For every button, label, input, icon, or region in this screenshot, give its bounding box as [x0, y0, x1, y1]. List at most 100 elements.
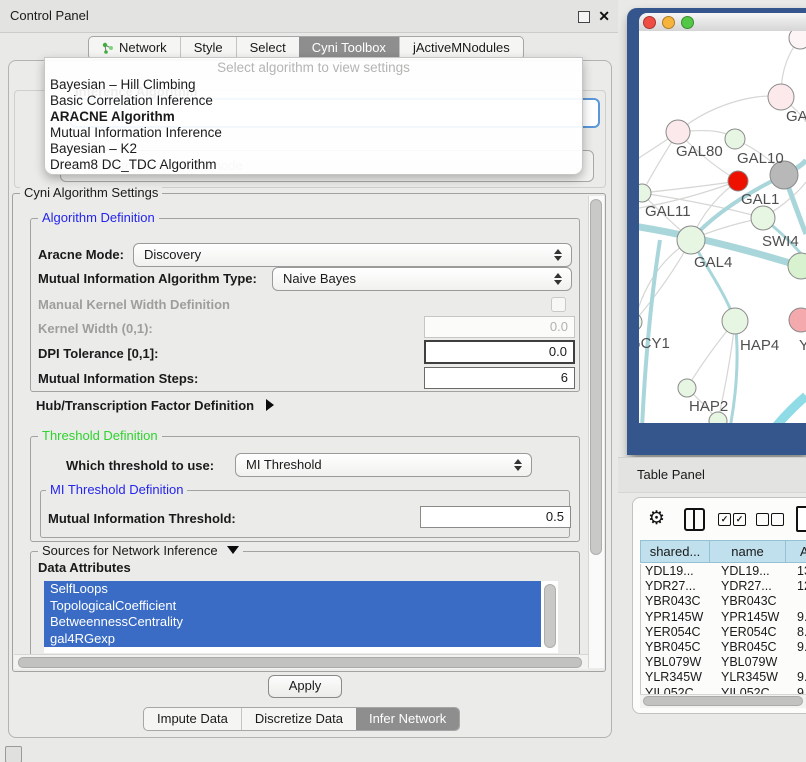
tab-discretize-data[interactable]: Discretize Data [241, 708, 356, 730]
popup-item[interactable]: Bayesian – K2 [45, 141, 582, 157]
dpi-tolerance-field[interactable]: 0.0 [424, 340, 575, 364]
node-gal-partial[interactable] [768, 84, 794, 110]
network-edges-strong[interactable] [639, 160, 806, 423]
close-panel-icon[interactable]: ✕ [598, 8, 610, 25]
table-row[interactable]: YBR043CYBR043C [641, 594, 806, 609]
node-swi4[interactable] [788, 253, 806, 279]
table-row[interactable]: YIL052CYIL052C9. [641, 686, 806, 695]
popup-item[interactable]: Dream8 DC_TDC Algorithm [45, 157, 582, 173]
list-item[interactable]: BetweennessCentrality [44, 614, 541, 631]
node-hap2[interactable] [678, 379, 696, 397]
mi-algorithm-type-combobox[interactable]: Naive Bayes [272, 267, 572, 291]
column-header-shared-name[interactable]: shared... [640, 540, 710, 563]
table-panel-titlebar: Table Panel [618, 457, 806, 493]
column-header-partial[interactable]: A [785, 540, 806, 563]
close-window-icon[interactable] [643, 16, 656, 29]
attributes-scrollbar-thumb[interactable] [544, 584, 556, 648]
node-label-hap2: HAP2 [689, 398, 728, 415]
collapse-down-icon[interactable] [227, 546, 239, 554]
control-panel-title: Control Panel [10, 0, 89, 32]
node-gal4[interactable] [677, 226, 705, 254]
tab-impute-data[interactable]: Impute Data [144, 708, 241, 730]
network-icon [102, 42, 114, 54]
manual-kernel-checkbox[interactable] [551, 297, 566, 312]
aracne-mode-value: Discovery [144, 244, 201, 266]
popup-item-selected[interactable]: ARACNE Algorithm [45, 109, 582, 125]
table-row[interactable]: YBR045CYBR045C9. [641, 640, 806, 655]
node-label-gal10: GAL10 [737, 150, 784, 167]
split-columns-icon[interactable] [684, 508, 705, 531]
expand-right-icon[interactable] [266, 399, 274, 411]
combo-arrows-icon [554, 273, 562, 285]
node-label-swi4: SWI4 [762, 233, 799, 250]
tab-select[interactable]: Select [236, 37, 299, 59]
select-all-check-icon[interactable]: ✓ [733, 513, 746, 526]
node-y-partial[interactable] [789, 308, 806, 332]
table-rows: YDL19...YDL19...13 YDR27...YDR27...12 YB… [640, 564, 806, 694]
apply-button[interactable]: Apply [268, 675, 342, 698]
list-item[interactable]: gal4RGexp [44, 631, 541, 648]
list-item[interactable]: TopologicalCoefficient [44, 598, 541, 615]
minimize-window-icon[interactable] [662, 16, 675, 29]
tab-style[interactable]: Style [180, 37, 236, 59]
dpi-tolerance-label: DPI Tolerance [0,1]: [38, 346, 158, 361]
node-gal1[interactable] [751, 206, 775, 230]
data-attributes-label: Data Attributes [38, 560, 131, 575]
threshold-definition-title: Threshold Definition [38, 429, 162, 443]
list-item[interactable]: SelfLoops [44, 581, 541, 598]
table-hscrollbar-thumb[interactable] [643, 696, 803, 706]
gear-icon[interactable]: ⚙ [648, 509, 665, 528]
table-row[interactable]: YDL19...YDL19...13 [641, 564, 806, 579]
aracne-mode-combobox[interactable]: Discovery [133, 243, 572, 267]
sources-title-row[interactable]: Sources for Network Inference [38, 544, 243, 558]
node-red-selected[interactable] [728, 171, 748, 191]
popup-prompt: Select algorithm to view settings [45, 58, 582, 77]
deselect-all-icon[interactable] [756, 513, 769, 526]
table-row[interactable]: YPR145WYPR145W9. [641, 610, 806, 625]
settings-scrollbar-thumb[interactable] [590, 199, 602, 555]
table-row[interactable]: YER054CYER054C8. [641, 625, 806, 640]
node-label-y-partial: Y [799, 337, 806, 354]
table-row[interactable]: YLR345WYLR345W9. [641, 670, 806, 685]
hub-definition-section[interactable]: Hub/Transcription Factor Definition [36, 398, 274, 413]
control-panel-titlebar: Control Panel ✕ [0, 0, 618, 33]
table-row[interactable]: YBL079WYBL079W [641, 655, 806, 670]
network-view-window[interactable]: GAL80 GAL10 GAL1 GAL11 GAL4 SWI4 GCY1 HA… [627, 8, 806, 455]
aracne-mode-label: Aracne Mode: [38, 247, 124, 262]
zoom-window-icon[interactable] [681, 16, 694, 29]
sources-title: Sources for Network Inference [42, 543, 218, 558]
popup-item[interactable]: Basic Correlation Inference [45, 93, 582, 109]
which-threshold-combobox[interactable]: MI Threshold [235, 453, 532, 477]
float-panel-icon[interactable] [578, 11, 590, 23]
network-nodes[interactable] [639, 31, 806, 423]
node-label-hap4: HAP4 [740, 337, 779, 354]
tab-cyni-toolbox[interactable]: Cyni Toolbox [299, 37, 399, 59]
table-panel-title: Table Panel [637, 458, 705, 492]
column-header-name[interactable]: name [709, 540, 786, 563]
data-attributes-list[interactable]: SelfLoops TopologicalCoefficient Between… [44, 581, 558, 653]
popup-item[interactable]: Bayesian – Hill Climbing [45, 77, 582, 93]
combo-arrows-icon [514, 459, 522, 471]
settings-hscrollbar-thumb[interactable] [18, 657, 582, 668]
network-canvas[interactable]: GAL80 GAL10 GAL1 GAL11 GAL4 SWI4 GCY1 HA… [639, 31, 806, 423]
minimized-panel-icon[interactable] [5, 746, 22, 762]
node-hap4[interactable] [722, 308, 748, 334]
node-gcy1[interactable] [639, 313, 642, 331]
new-table-icon[interactable] [796, 506, 806, 532]
select-all-check-icon[interactable]: ✓ [718, 513, 731, 526]
node-gal10[interactable] [725, 129, 745, 149]
mi-steps-field[interactable]: 6 [424, 367, 575, 389]
tab-jactivemnodules[interactable]: jActiveMNodules [399, 37, 523, 59]
mi-threshold-field[interactable]: 0.5 [420, 506, 571, 528]
network-window-titlebar[interactable] [639, 13, 806, 31]
deselect-all-icon[interactable] [771, 513, 784, 526]
network-graph[interactable]: GAL80 GAL10 GAL1 GAL11 GAL4 SWI4 GCY1 HA… [639, 31, 806, 423]
kernel-width-field[interactable]: 0.0 [424, 316, 575, 338]
table-row[interactable]: YDR27...YDR27...12 [641, 579, 806, 594]
node-unlabeled[interactable] [789, 31, 806, 49]
tab-infer-network[interactable]: Infer Network [356, 708, 459, 730]
popup-item[interactable]: Mutual Information Inference [45, 125, 582, 141]
node-gal11[interactable] [639, 184, 651, 202]
tab-network[interactable]: Network [89, 37, 180, 59]
node-gal80[interactable] [666, 120, 690, 144]
